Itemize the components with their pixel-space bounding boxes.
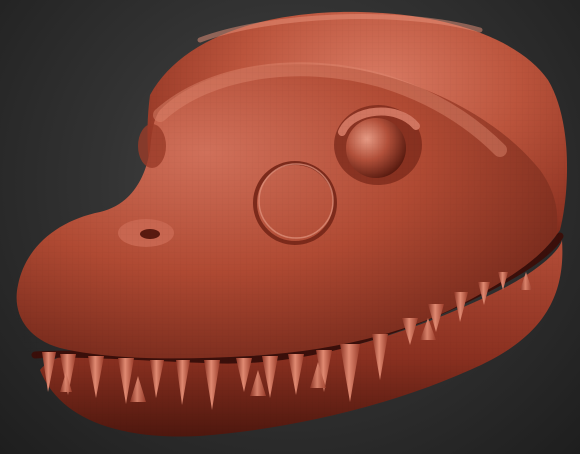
viewport (0, 0, 580, 454)
creature-head-render (16, 11, 568, 437)
